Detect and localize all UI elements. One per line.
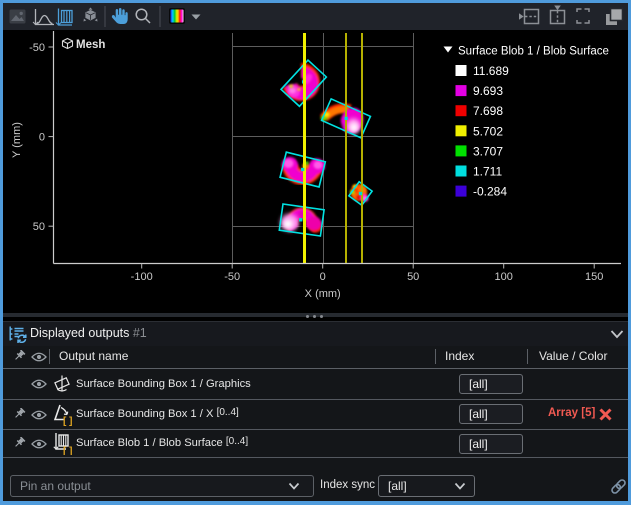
svg-text:150: 150 bbox=[585, 271, 603, 283]
svg-text:0: 0 bbox=[39, 132, 45, 144]
svg-text:1.711: 1.711 bbox=[473, 165, 502, 179]
svg-text:[ ]: [ ] bbox=[63, 446, 72, 455]
svg-text:Surface Blob 1 / Blob Surface: Surface Blob 1 / Blob Surface bbox=[458, 46, 609, 58]
svg-text:Mesh: Mesh bbox=[76, 39, 105, 51]
svg-text:9.693: 9.693 bbox=[473, 84, 503, 98]
svg-text:-100: -100 bbox=[131, 271, 153, 283]
svg-text:50: 50 bbox=[407, 271, 419, 283]
svg-text:11.689: 11.689 bbox=[473, 64, 509, 78]
svg-text:0: 0 bbox=[320, 271, 326, 283]
svg-text:50: 50 bbox=[33, 221, 45, 233]
svg-text:-50: -50 bbox=[29, 42, 45, 54]
svg-text:-0.284: -0.284 bbox=[473, 185, 507, 199]
svg-text:-50: -50 bbox=[224, 271, 240, 283]
svg-text:[ ]: [ ] bbox=[63, 416, 72, 426]
svg-text:100: 100 bbox=[495, 271, 513, 283]
svg-text:X (mm): X (mm) bbox=[305, 288, 341, 300]
svg-text:5.702: 5.702 bbox=[473, 124, 503, 138]
svg-text:7.698: 7.698 bbox=[473, 104, 503, 118]
svg-text:Y (mm): Y (mm) bbox=[11, 122, 23, 158]
svg-text:3.707: 3.707 bbox=[473, 144, 503, 158]
